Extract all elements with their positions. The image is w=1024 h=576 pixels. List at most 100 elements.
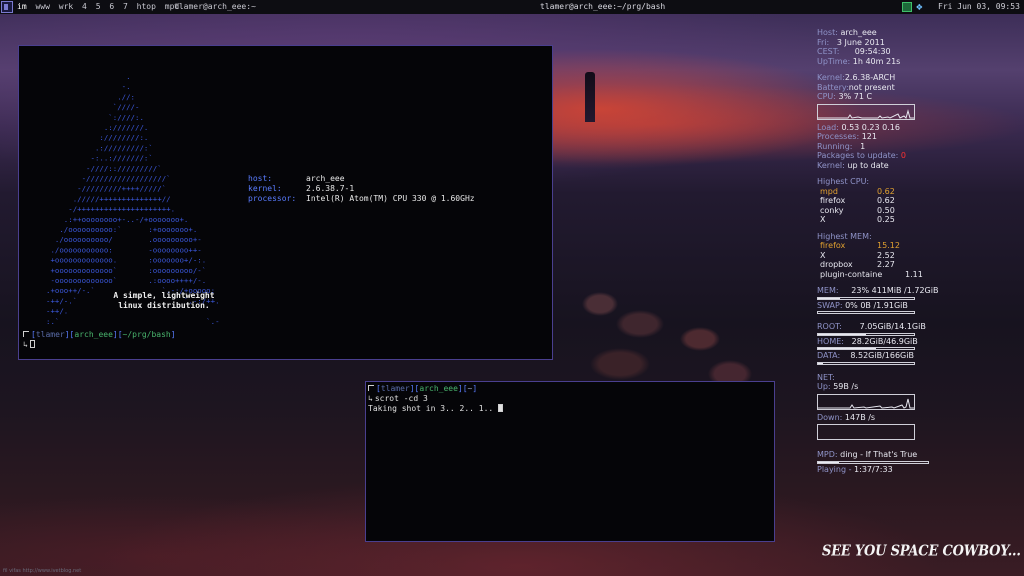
arch-logo-line: -//////////////////` [46,174,171,183]
conky-value: not present [848,82,895,92]
arch-logo-line: -:..:///////:` [46,154,153,163]
highest-cpu-row: mpd 0.62 [817,187,1017,197]
conky-root: ROOT: 7.05GiB/14.1GiB [817,322,1017,332]
arch-logo-line: `////- [46,103,139,112]
conky-label: Playing - [817,464,852,474]
conky-value: 0% 0B /1.91GiB [845,300,908,310]
conky-value: 09:54:30 [854,47,891,56]
conky-label: Load: [817,122,839,132]
arch-logo-line: ./ooooooooooo: -oooooooo++- [46,245,202,254]
highest-cpu-row: firefox 0.62 [817,196,1017,206]
prompt-corner-icon [368,385,374,391]
conky-value: 2.6.38-ARCH [844,73,896,82]
process-value: 0.25 [877,215,895,224]
conky-date: Fri: 3 June 2011 [817,38,1017,48]
arch-logo-line: -////:://///////` [46,164,162,173]
prompt-arrow-icon: ↳ [368,394,373,403]
arch-logo-line: +ooooooooooooo` :ooooooooo/-` [46,266,206,275]
tag-6[interactable]: 6 [109,0,114,14]
arch-logo-line: `:////:. [46,113,144,122]
conky-label: CPU: [817,92,836,101]
highest-mem-row: plugin-containe 1.11 [817,270,1017,280]
arch-logo-line: ./////++++++++++++++// [46,194,171,203]
conky-label: Running: [817,141,853,151]
clock: Fri Jun 03, 09:53 [938,2,1020,11]
highest-cpu-row: X 0.25 [817,215,1017,225]
conky-value: 3 June 2011 [836,37,885,47]
terminal-window-scrot[interactable]: [tlamer][arch_eee][~] ↳ scrot -cd 3 Takin… [365,381,775,542]
highest-cpu-row: conky 0.50 [817,206,1017,216]
conky-label: Processes: [817,132,860,141]
process-name: conky [820,205,844,215]
conky-playing: Playing - 1:37/7:33 [817,465,1017,475]
arch-logo-line: . [46,72,131,81]
tag-im[interactable]: im [17,0,27,14]
terminal-window-archey[interactable]: . -. .//: `////- `:////:. .:///////. ://… [18,45,553,360]
arch-logo-line: :////////:. [46,133,148,142]
network-icon[interactable] [902,2,912,12]
conky-battery: Battery:not present [817,83,1017,93]
tag-4[interactable]: 4 [82,0,87,14]
conky-time: CEST: 09:54:30 [817,47,1017,57]
conky-up: Up: 59B /s [817,382,1017,392]
conky-value: arch_eee [840,28,877,37]
process-name: X [820,215,826,224]
command-output: Taking shot in 3.. 2.. 1.. [368,404,504,414]
process-value: 15.12 [877,241,900,250]
conky-processes: Processes: 121 [817,132,1017,142]
conky-label: Down: [817,412,843,422]
shell-input-line[interactable]: ↳ [23,340,35,350]
arch-logo-line: :.` `.- [46,317,220,326]
info-key: kernel: [248,184,282,193]
download-graph [817,424,915,440]
info-row-processor: processor: Intel(R) Atom(TM) CPU 330 @ 1.… [248,194,475,204]
tag-www[interactable]: www [35,0,49,14]
shell-prompt: [tlamer][arch_eee][~] [368,384,477,394]
taskbar-window-title-left[interactable]: tlamer@arch_eee:~ [174,0,256,14]
tag-wrk[interactable]: wrk [59,0,73,14]
conky-kernel-status: Kernel: up to date [817,161,1017,171]
conky-value: 3% 71 C [838,92,873,101]
conky-mpd: MPD: ding - If That's True [817,450,1017,460]
dropbox-icon[interactable]: ❖ [916,1,928,13]
info-value: arch_eee [306,174,345,183]
tag-htop[interactable]: htop [137,0,156,14]
conky-value: 147B /s [844,412,876,422]
prompt-path: ~/prg/bash [122,330,171,339]
prompt-corner-icon [23,331,29,337]
command-line: ↳ scrot -cd 3 [368,394,428,404]
process-value: 1.11 [905,269,923,279]
text-cursor [498,404,504,412]
conky-cpu: CPU: 3% 71 C [817,92,1017,102]
text-cursor [29,340,35,348]
output-text: Taking shot in 3.. 2.. 1.. [368,404,499,413]
conky-label: Kernel: [817,73,845,82]
conky-uptime: UpTime: 1h 40m 21s [817,57,1017,67]
conky-label: DATA: [817,351,841,360]
highest-mem-row: firefox 15.12 [817,241,1017,251]
tagline-line-2: linux distribution. [118,301,210,310]
conky-data: DATA: 8.52GiB/166GiB [817,351,1017,361]
arch-tagline: A simple, lightweight linux distribution… [69,291,259,311]
tag-7[interactable]: 7 [123,0,128,14]
focused-window-title[interactable]: tlamer@arch_eee:~/prg/bash [540,0,665,14]
mem-bar [817,296,915,300]
arch-logo-line: .://///////:` [46,143,153,152]
conky-label: Battery: [817,82,849,92]
watermark-text: fil vifas http://www.ivetblog.net [3,568,82,574]
layout-icon[interactable] [1,1,13,13]
process-name: mpd [820,186,838,196]
arch-logo-line: .:++oooooooo+-..-/+ooooooo+. [46,215,188,224]
arch-logo-line: -. [46,82,131,91]
process-value: 2.52 [877,250,895,260]
arch-logo-line: -ooooooooooooo` .:oooo++++/-. [46,276,206,285]
data-bar [817,361,915,365]
conky-label: MPD: [817,450,838,459]
tag-5[interactable]: 5 [96,0,101,14]
conky-home: HOME: 28.2GiB/46.9GiB [817,337,1017,347]
conky-label: Host: [817,28,838,37]
conky-value: up to date [847,160,889,170]
process-value: 0.62 [877,196,895,205]
conky-label: Kernel: [817,160,845,170]
conky-host: Host: arch_eee [817,28,1017,38]
